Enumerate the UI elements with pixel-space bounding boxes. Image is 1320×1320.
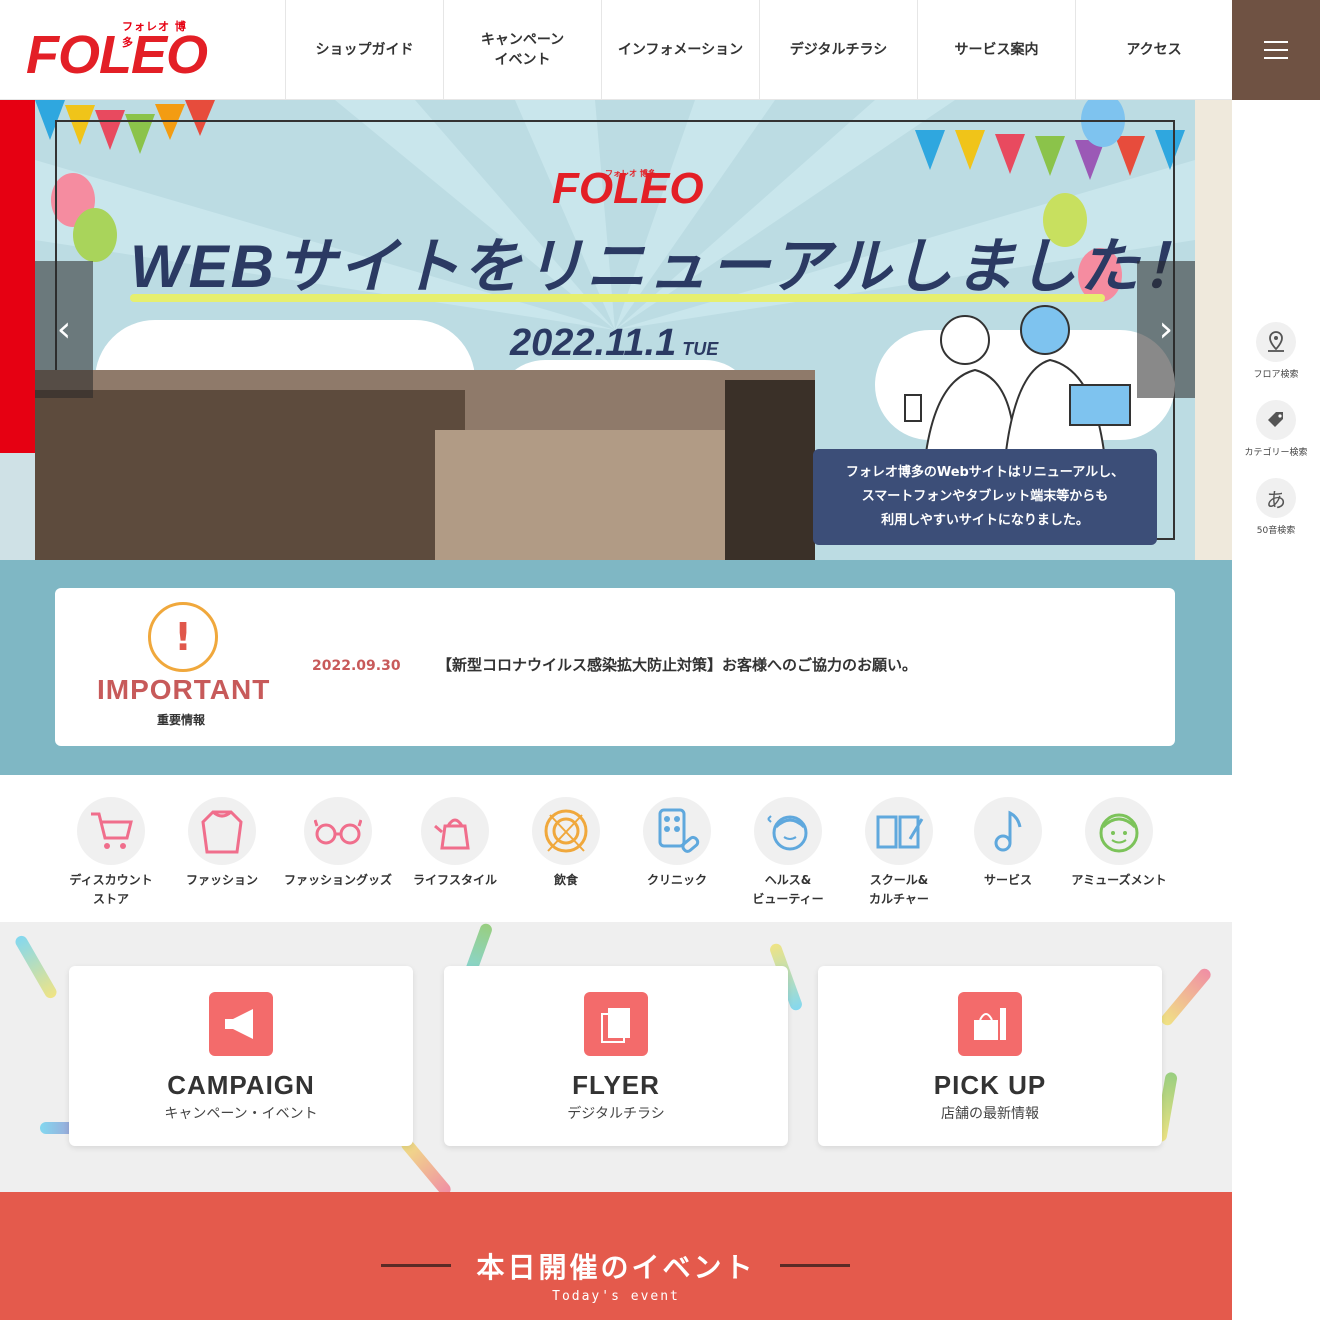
category-fashion-goods[interactable]: ファッショングッズ [283, 797, 393, 890]
important-date: 2022.09.30 [312, 658, 401, 674]
hero-title: WEBサイトをリニューアルしました！ [130, 233, 1195, 300]
pickup-card-title: PICK UP [933, 1070, 1047, 1100]
shopping-bag-icon [958, 992, 1022, 1056]
megaphone-icon [209, 992, 273, 1056]
plate-icon [532, 797, 600, 865]
side-quick-links: フロア検索 カテゴリー検索 あ 50音検索 [1232, 100, 1320, 842]
tag-icon [1256, 400, 1296, 440]
hero-caption: フォレオ博多のWebサイトはリニューアルし、 スマートフォンやタブレット端末等か… [813, 449, 1157, 545]
people-illustration [904, 305, 1131, 460]
hero-red-accent [0, 100, 35, 453]
sweater-icon [188, 797, 256, 865]
important-title: IMPORTANT [97, 674, 271, 705]
category-label: クリニック [646, 873, 707, 887]
site-logo[interactable]: フォレオ 博多 FOLEO [26, 18, 208, 84]
nav-digital-flyer[interactable]: デジタルチラシ [759, 0, 917, 99]
campaign-card-subtitle: キャンペーン・イベント [164, 1106, 318, 1122]
campaign-card[interactable]: CAMPAIGN キャンペーン・イベント [69, 966, 413, 1146]
hero-date-day: TUE [682, 339, 719, 359]
category-discount-store[interactable]: ディスカウント ストア [56, 797, 166, 909]
category-school-culture[interactable]: スクール& カルチャー [844, 797, 954, 909]
category-fashion[interactable]: ファッション [167, 797, 277, 890]
category-label: ディスカウント ストア [69, 873, 153, 906]
category-label: ファッション [185, 873, 258, 887]
category-label: スクール& カルチャー [869, 873, 929, 906]
feature-cards-section: CAMPAIGN キャンペーン・イベント FLYER デジタルチラシ PICK … [0, 922, 1232, 1192]
pickup-card-subtitle: 店舗の最新情報 [941, 1106, 1039, 1122]
slider-next-button[interactable]: › [1137, 261, 1195, 398]
nav-services[interactable]: サービス案内 [917, 0, 1075, 99]
hero-slider: フォレオ 博多 FOLEO WEBサイトをリニューアルしました！ 2022.11… [0, 100, 1232, 560]
chevron-right-icon: › [1158, 309, 1174, 350]
nav-information[interactable]: インフォメーション [601, 0, 759, 99]
category-health-beauty[interactable]: ヘルス& ビューティー [733, 797, 843, 909]
category-clinic[interactable]: クリニック [622, 797, 732, 890]
events-subheading: Today's event [552, 1289, 680, 1304]
side-category-search-label: カテゴリー検索 [1244, 448, 1308, 458]
face-icon [754, 797, 822, 865]
category-lifestyle[interactable]: ライフスタイル [400, 797, 510, 890]
flyer-icon [584, 992, 648, 1056]
nav-shop-guide[interactable]: ショップガイド [285, 0, 443, 99]
side-floor-search[interactable]: フロア検索 [1232, 322, 1320, 380]
side-kana-search[interactable]: あ 50音検索 [1232, 478, 1320, 536]
mall-building-photo [35, 370, 815, 560]
glasses-icon [304, 797, 372, 865]
a-kana-icon: あ [1256, 478, 1296, 518]
page: フォレオ 博多 FOLEO ショップガイド キャンペーン イベント インフォメー… [0, 0, 1320, 1320]
category-nav: ディスカウント ストア ファッション ファッショングッズ ライフスタイル 飲食 [0, 775, 1232, 922]
flyer-card[interactable]: FLYER デジタルチラシ [444, 966, 788, 1146]
category-label: ファッショングッズ [283, 873, 392, 887]
hero-date-value: 2022.11.1 [510, 322, 677, 364]
category-label: アミューズメント [1071, 873, 1167, 887]
cart-icon [77, 797, 145, 865]
nav-access[interactable]: アクセス [1075, 0, 1233, 99]
category-label: 飲食 [553, 873, 578, 887]
kettle-icon [421, 797, 489, 865]
nav-campaign-event[interactable]: キャンペーン イベント [443, 0, 601, 99]
hero-date: 2022.11.1 TUE [510, 322, 718, 365]
category-services[interactable]: サービス [953, 797, 1063, 890]
hamburger-menu-button[interactable] [1232, 0, 1320, 100]
music-note-icon [974, 797, 1042, 865]
category-amusement[interactable]: アミューズメント [1064, 797, 1174, 890]
category-label: ヘルス& ビューティー [752, 873, 824, 906]
global-nav: ショップガイド キャンペーン イベント インフォメーション デジタルチラシ サー… [285, 0, 1233, 99]
smile-icon [1085, 797, 1153, 865]
category-label: サービス [983, 873, 1032, 887]
hero-next-slide-peek [1195, 100, 1232, 560]
side-category-search[interactable]: カテゴリー検索 [1232, 400, 1320, 458]
campaign-card-title: CAMPAIGN [167, 1070, 315, 1100]
side-floor-search-label: フロア検索 [1253, 370, 1299, 380]
important-news-link[interactable]: 【新型コロナウイルス感染拡大防止対策】お客様へのご協力のお願い。 [437, 654, 917, 675]
flyer-card-subtitle: デジタルチラシ [567, 1106, 665, 1122]
category-label: ライフスタイル [412, 873, 497, 887]
pills-icon [643, 797, 711, 865]
pickup-card[interactable]: PICK UP 店舗の最新情報 [818, 966, 1162, 1146]
confetti-stripe [13, 933, 59, 1001]
chevron-left-icon: ‹ [56, 309, 72, 350]
today-events-section: 本日開催のイベント Today's event [0, 1192, 1232, 1320]
site-header: フォレオ 博多 FOLEO ショップガイド キャンペーン イベント インフォメー… [0, 0, 1320, 100]
map-pin-icon [1256, 322, 1296, 362]
book-icon [865, 797, 933, 865]
logo-text: FOLEO [26, 25, 208, 85]
side-kana-search-label: 50音検索 [1256, 526, 1296, 536]
events-heading: 本日開催のイベント [476, 1251, 756, 1284]
hero-slide[interactable]: フォレオ 博多 FOLEO WEBサイトをリニューアルしました！ 2022.11… [35, 100, 1195, 560]
flyer-card-title: FLYER [572, 1070, 660, 1100]
important-section: ! IMPORTANT 重要情報 2022.09.30 【新型コロナウイルス感染… [0, 560, 1232, 775]
exclamation-icon: ! [148, 602, 218, 672]
slider-prev-button[interactable]: ‹ [35, 261, 93, 398]
important-box: ! IMPORTANT 重要情報 2022.09.30 【新型コロナウイルス感染… [55, 588, 1175, 746]
hamburger-icon [1264, 41, 1288, 59]
important-subtitle: 重要情報 [157, 713, 206, 727]
hero-logo: FOLEO [552, 164, 704, 213]
category-food[interactable]: 飲食 [511, 797, 621, 890]
confetti-stripe [1158, 966, 1214, 1028]
